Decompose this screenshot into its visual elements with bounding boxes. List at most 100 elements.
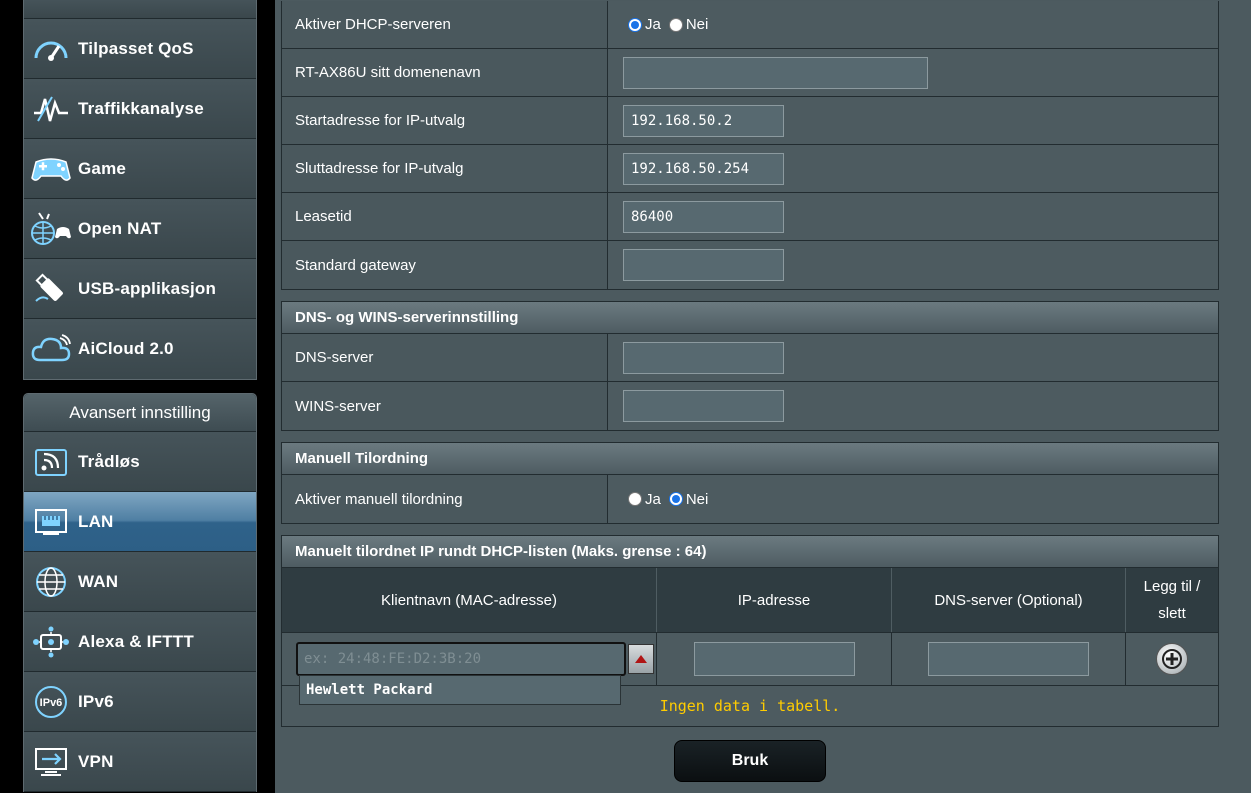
dhcp-settings-table: Aktiver DHCP-serveren Ja Nei RT-AX86U si… (281, 1, 1219, 290)
ip-pool-start-value: 192.168.50.2 (608, 97, 1218, 144)
manual-assignment-enable-row: Aktiver manuell tilordning Ja Nei (282, 475, 1218, 523)
manual-assignment-title: Manuell Tilordning (282, 443, 1218, 475)
dns-server-cell (892, 633, 1126, 685)
wins-server-label: WINS-server (282, 382, 608, 430)
dns-server-input[interactable] (623, 341, 784, 374)
sidebar-item-label: Trådløs (78, 451, 140, 471)
ip-pool-end-input[interactable]: 192.168.50.254 (623, 152, 784, 185)
manual-assignment-enable-label: Aktiver manuell tilordning (282, 475, 608, 523)
manual-enable-no-label: Nei (685, 490, 709, 508)
sidebar-item-label: USB-applikasjon (78, 278, 217, 298)
dns-wins-title: DNS- og WINS-serverinnstilling (282, 302, 1218, 334)
sidebar-item-open-nat[interactable]: Open NAT (24, 199, 256, 259)
dhcp-enable-no-option[interactable]: Nei (668, 16, 708, 33)
ip-pool-start-label: Startadresse for IP-utvalg (282, 97, 608, 144)
dns-wins-table: DNS- og WINS-serverinnstilling DNS-serve… (281, 301, 1219, 431)
ip-pool-end-value: 192.168.50.254 (608, 145, 1218, 192)
manual-enable-no-option[interactable]: Nei (668, 490, 709, 508)
dhcp-enable-yes-label: Ja (645, 16, 661, 33)
manual-enable-yes-option[interactable]: Ja (628, 491, 661, 508)
lease-time-input[interactable]: 86400 (623, 200, 784, 233)
sidebar-item-label: Open NAT (78, 218, 162, 238)
sidebar-item-ipv6[interactable]: IPv6 IPv6 (24, 672, 256, 732)
speedometer-icon (24, 34, 78, 64)
domain-name-row: RT-AX86U sitt domenenavn (282, 49, 1218, 97)
cloud-icon (24, 334, 78, 364)
default-gateway-label: Standard gateway (282, 241, 608, 289)
client-dns-input[interactable] (928, 642, 1089, 676)
sidebar-item-label: Tilpasset QoS (78, 38, 194, 58)
lan-icon (24, 507, 78, 537)
lease-time-row: Leasetid 86400 (282, 193, 1218, 241)
sidebar-item-previous[interactable] (24, 0, 256, 19)
dns-server-row: DNS-server (282, 334, 1218, 382)
wins-server-value (608, 382, 1218, 430)
ip-address-cell (657, 633, 892, 685)
sidebar-item-label: VPN (78, 751, 114, 771)
default-gateway-input[interactable] (623, 249, 784, 281)
manual-list-title: Manuelt tilordnet IP rundt DHCP-listen (… (282, 536, 1218, 568)
client-list-dropdown-button[interactable] (628, 644, 654, 674)
ip-pool-end-label: Sluttadresse for IP-utvalg (282, 145, 608, 192)
col-header-add-line1: Legg til / (1143, 578, 1201, 595)
manual-list-header: Klientnavn (MAC-adresse) IP-adresse DNS-… (282, 568, 1218, 633)
col-header-client: Klientnavn (MAC-adresse) (282, 568, 657, 632)
manual-enable-yes-label: Ja (645, 490, 661, 508)
wireless-icon (24, 446, 78, 478)
add-icon[interactable] (1156, 643, 1188, 675)
ip-pool-start-input[interactable]: 192.168.50.2 (623, 104, 784, 137)
wins-server-input[interactable] (623, 390, 784, 422)
manual-assignment-table: Manuell Tilordning Aktiver manuell tilor… (281, 442, 1219, 524)
sidebar-item-traffic[interactable]: Traffikkanalyse (24, 79, 256, 139)
dhcp-enable-yes-option[interactable]: Ja (628, 16, 661, 33)
client-list-dropdown: Hewlett Packard (299, 675, 621, 705)
domain-name-value (608, 49, 1218, 96)
sidebar-item-wireless[interactable]: Trådløs (24, 432, 256, 492)
sidebar-item-wan[interactable]: WAN (24, 552, 256, 612)
lease-time-label: Leasetid (282, 193, 608, 240)
empty-table-message: Ingen data i tabell. (659, 697, 841, 715)
traffic-analyzer-icon (24, 93, 78, 125)
sidebar-item-label: Game (78, 158, 127, 178)
sidebar-item-label: Alexa & IFTTT (78, 631, 194, 651)
dns-server-value (608, 334, 1218, 381)
sidebar-item-label: IPv6 (78, 691, 114, 711)
open-nat-icon (24, 211, 78, 247)
manual-enable-yes-radio[interactable] (628, 492, 642, 506)
dhcp-enable-no-radio[interactable] (668, 17, 683, 32)
main-content: Aktiver DHCP-serveren Ja Nei RT-AX86U si… (275, 0, 1251, 793)
mac-address-input[interactable]: ex: 24:48:FE:D2:3B:20 (296, 642, 626, 676)
advanced-settings-header: Avansert innstilling (24, 394, 256, 432)
col-header-ip: IP-adresse (657, 568, 892, 632)
sidebar-item-aicloud[interactable]: AiCloud 2.0 (24, 319, 256, 379)
ip-pool-end-row: Sluttadresse for IP-utvalg 192.168.50.25… (282, 145, 1218, 193)
default-gateway-value (608, 241, 1218, 289)
dhcp-enable-yes-radio[interactable] (628, 17, 642, 32)
dns-server-label: DNS-server (282, 334, 608, 381)
domain-name-label: RT-AX86U sitt domenenavn (282, 49, 608, 96)
col-header-dns: DNS-server (Optional) (892, 568, 1126, 632)
ip-address-input[interactable] (693, 642, 855, 676)
dhcp-enable-row: Aktiver DHCP-serveren Ja Nei (282, 1, 1218, 49)
default-gateway-row: Standard gateway (282, 241, 1218, 289)
sidebar-item-alexa[interactable]: Alexa & IFTTT (24, 612, 256, 672)
sidebar-item-qos[interactable]: Tilpasset QoS (24, 19, 256, 79)
manual-enable-no-radio[interactable] (668, 492, 683, 506)
apply-button[interactable]: Bruk (674, 740, 826, 782)
sidebar-item-lan[interactable]: LAN (24, 492, 256, 552)
col-header-add-line2: slett (1158, 605, 1186, 622)
domain-name-input[interactable] (623, 56, 928, 89)
vpn-icon (24, 746, 78, 778)
add-cell (1126, 633, 1218, 685)
dhcp-enable-value: Ja Nei (608, 1, 1218, 48)
dropdown-option-client[interactable]: Hewlett Packard (306, 682, 432, 698)
usb-icon (24, 271, 78, 307)
ipv6-icon: IPv6 (24, 685, 78, 719)
wins-server-row: WINS-server (282, 382, 1218, 430)
globe-icon (24, 565, 78, 599)
svg-text:IPv6: IPv6 (40, 697, 63, 709)
sidebar-item-usb[interactable]: USB-applikasjon (24, 259, 256, 319)
sidebar-item-game[interactable]: Game (24, 139, 256, 199)
sidebar-item-vpn[interactable]: VPN (24, 732, 256, 792)
sidebar-item-label: LAN (78, 511, 114, 531)
